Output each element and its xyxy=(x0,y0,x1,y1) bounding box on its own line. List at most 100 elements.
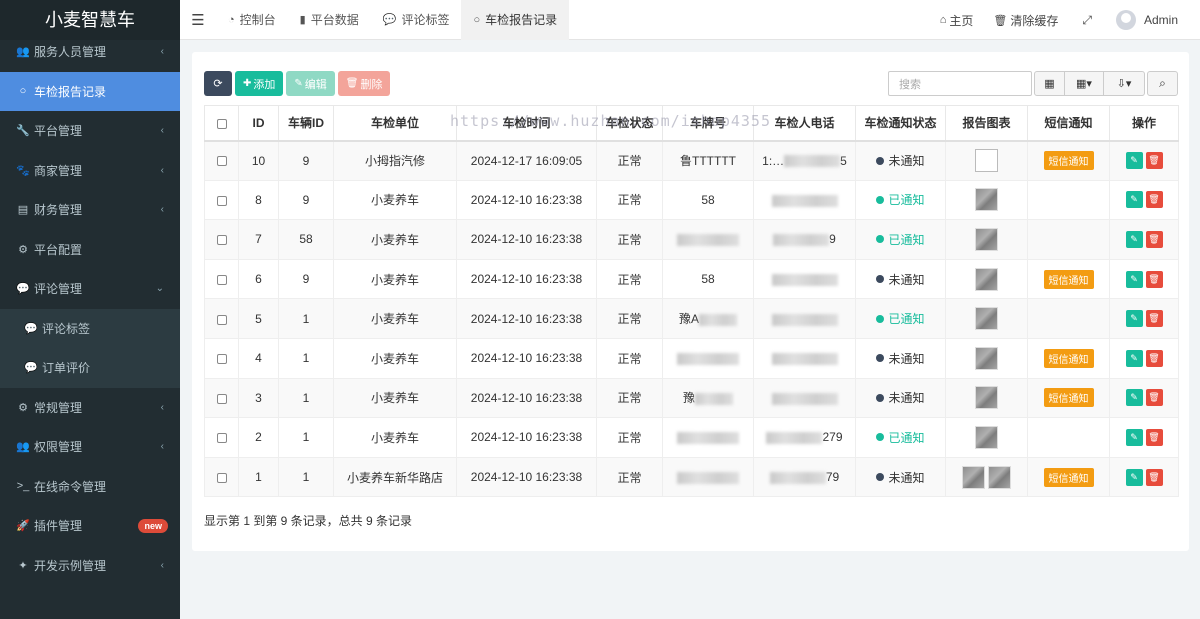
checkbox[interactable] xyxy=(216,354,227,365)
table-row[interactable]: 4 1 小麦养车 2024-12-10 16:23:38 正常 未通知 短信通知 ✎ 🗑 xyxy=(204,337,1179,379)
row-edit-button[interactable]: ✎ xyxy=(1125,310,1143,328)
table-row[interactable]: 6 9 小麦养车 2024-12-10 16:23:38 正常 58 未通知 短信通知 ✎ 🗑 xyxy=(204,258,1179,300)
row-delete-button[interactable]: 🗑 xyxy=(1145,310,1163,328)
sidebar-item-12[interactable]: 🚀 插件管理 new xyxy=(0,506,180,546)
report-image-thumbnail[interactable] xyxy=(975,425,998,449)
row-edit-button[interactable]: ✎ xyxy=(1125,389,1143,407)
row-edit-button[interactable]: ✎ xyxy=(1125,428,1143,446)
sidebar-item-3[interactable]: 🐾 商家管理 ‹ xyxy=(0,151,180,191)
column-header[interactable]: 报告图表 xyxy=(945,105,1028,142)
row-checkbox[interactable] xyxy=(204,417,239,458)
sms-notify-button[interactable]: 短信通知 xyxy=(1043,388,1094,408)
edit-button[interactable]: ✎ 编辑 xyxy=(286,71,335,96)
row-edit-button[interactable]: ✎ xyxy=(1125,230,1143,248)
table-row[interactable]: 2 1 小麦养车 2024-12-10 16:23:38 正常 279 已通知 ✎ 🗑 xyxy=(204,417,1179,458)
report-image-thumbnail[interactable] xyxy=(975,149,998,173)
table-row[interactable]: 8 9 小麦养车 2024-12-10 16:23:38 正常 58 已通知 ✎ 🗑 xyxy=(204,179,1179,221)
checkbox[interactable] xyxy=(216,314,227,325)
menu-toggle-icon[interactable]: ☰ xyxy=(180,11,216,29)
user-menu[interactable]: Admin xyxy=(1106,10,1200,30)
search-input[interactable]: 搜索 xyxy=(888,71,1032,96)
row-edit-button[interactable]: ✎ xyxy=(1125,152,1143,170)
row-checkbox[interactable] xyxy=(204,140,239,181)
select-all-checkbox[interactable] xyxy=(204,105,239,142)
add-button[interactable]: ✚ 添加 xyxy=(235,71,284,96)
table-row[interactable]: 3 1 小麦养车 2024-12-10 16:23:38 正常 豫 未通知 短信通知 ✎ 🗑 xyxy=(204,377,1179,419)
row-checkbox[interactable] xyxy=(204,377,239,419)
checkbox[interactable] xyxy=(216,235,227,246)
row-delete-button[interactable]: 🗑 xyxy=(1145,191,1163,209)
sidebar-item-4[interactable]: ▤ 财务管理 ‹ xyxy=(0,190,180,230)
row-delete-button[interactable]: 🗑 xyxy=(1145,428,1163,446)
table-row[interactable]: 10 9 小拇指汽修 2024-12-17 16:09:05 正常 鲁TTTTTT 1:… 5… xyxy=(204,140,1179,181)
row-delete-button[interactable]: 🗑 xyxy=(1145,152,1163,170)
report-image-thumbnail[interactable] xyxy=(975,386,998,410)
table-row[interactable]: 5 1 小麦养车 2024-12-10 16:23:38 正常 豫A 已通知 ✎ 🗑 xyxy=(204,298,1179,339)
advanced-search-button[interactable]: ⌕ xyxy=(1147,71,1178,96)
row-edit-button[interactable]: ✎ xyxy=(1125,270,1143,288)
tab-0[interactable]: ◔ 控制台 xyxy=(216,0,288,40)
report-image-thumbnail[interactable] xyxy=(975,267,998,291)
sidebar-item-1[interactable]: ○ 车检报告记录 xyxy=(0,71,180,111)
clear-cache-button[interactable]: 🗑 清除缓存 xyxy=(983,12,1068,29)
sms-notify-button[interactable]: 短信通知 xyxy=(1043,269,1094,289)
refresh-button[interactable]: ⟳ xyxy=(204,71,232,96)
sidebar-item-7[interactable]: 💬 评论标签 xyxy=(0,308,180,348)
toggle-view-button[interactable]: ▦ xyxy=(1034,71,1065,96)
sidebar-item-10[interactable]: 👥 权限管理 ‹ xyxy=(0,427,180,467)
row-delete-button[interactable]: 🗑 xyxy=(1145,389,1163,407)
report-image-thumbnail[interactable] xyxy=(975,188,998,212)
column-header[interactable]: 车检通知状态 xyxy=(855,105,946,142)
sidebar-item-9[interactable]: ⚙ 常规管理 ‹ xyxy=(0,388,180,428)
row-delete-button[interactable]: 🗑 xyxy=(1145,468,1163,486)
sidebar-item-5[interactable]: ⚙ 平台配置 xyxy=(0,230,180,270)
tab-2[interactable]: 💬 评论标签 xyxy=(371,0,462,40)
sidebar-item-2[interactable]: 🔧 平台管理 ‹ xyxy=(0,111,180,151)
sidebar-item-6[interactable]: 💬 评论管理 ⌄ xyxy=(0,269,180,309)
report-image-thumbnail[interactable] xyxy=(975,346,998,370)
sidebar-item-13[interactable]: ✦ 开发示例管理 ‹ xyxy=(0,546,180,586)
sms-notify-button[interactable]: 短信通知 xyxy=(1043,151,1094,171)
checkbox[interactable] xyxy=(216,195,227,206)
row-checkbox[interactable] xyxy=(204,258,239,300)
tab-3[interactable]: ○ 车检报告记录 xyxy=(461,0,570,40)
home-link[interactable]: ⌂ 主页 xyxy=(930,12,984,29)
sms-notify-button[interactable]: 短信通知 xyxy=(1043,348,1094,368)
checkbox[interactable] xyxy=(216,156,227,167)
tab-1[interactable]: ▮ 平台数据 xyxy=(288,0,371,40)
column-header[interactable]: 车检单位 xyxy=(333,105,457,142)
row-edit-button[interactable]: ✎ xyxy=(1125,191,1143,209)
delete-button[interactable]: 🗑 删除 xyxy=(337,71,391,96)
checkbox[interactable] xyxy=(216,472,227,483)
column-header[interactable]: 车牌号 xyxy=(662,105,754,142)
column-header[interactable]: 车检人电话 xyxy=(753,105,856,142)
row-checkbox[interactable] xyxy=(204,298,239,339)
row-checkbox[interactable] xyxy=(204,337,239,379)
row-edit-button[interactable]: ✎ xyxy=(1125,468,1143,486)
row-checkbox[interactable] xyxy=(204,179,239,221)
row-delete-button[interactable]: 🗑 xyxy=(1145,349,1163,367)
report-image-thumbnail[interactable] xyxy=(975,227,998,251)
column-header[interactable]: 车辆ID xyxy=(278,105,334,142)
table-row[interactable]: 1 1 小麦养车新华路店 2024-12-10 16:23:38 正常 79 未通知 短信通知… xyxy=(204,456,1179,498)
sidebar-item-8[interactable]: 💬 订单评价 xyxy=(0,348,180,388)
export-button[interactable]: ⇩▾ xyxy=(1103,71,1145,96)
checkbox[interactable] xyxy=(216,274,227,285)
row-checkbox[interactable] xyxy=(204,219,239,260)
column-header[interactable]: 车检时间 xyxy=(456,105,597,142)
fullscreen-icon[interactable]: ⤢ xyxy=(1068,13,1106,28)
sidebar-item-11[interactable]: >_ 在线命令管理 xyxy=(0,467,180,507)
row-checkbox[interactable] xyxy=(204,456,239,498)
row-delete-button[interactable]: 🗑 xyxy=(1145,230,1163,248)
table-row[interactable]: 7 58 小麦养车 2024-12-10 16:23:38 正常 9 已通知 ✎ 🗑 xyxy=(204,219,1179,260)
column-header[interactable]: 车检状态 xyxy=(596,105,663,142)
column-header[interactable]: ID xyxy=(238,105,279,142)
row-edit-button[interactable]: ✎ xyxy=(1125,349,1143,367)
row-delete-button[interactable]: 🗑 xyxy=(1145,270,1163,288)
sms-notify-button[interactable]: 短信通知 xyxy=(1043,467,1094,487)
app-logo[interactable]: 小麦智慧车 xyxy=(0,0,180,40)
checkbox[interactable] xyxy=(216,393,227,404)
report-image-thumbnail[interactable] xyxy=(975,307,998,331)
report-image-thumbnail[interactable] xyxy=(988,465,1011,489)
column-header[interactable]: 操作 xyxy=(1109,105,1179,142)
